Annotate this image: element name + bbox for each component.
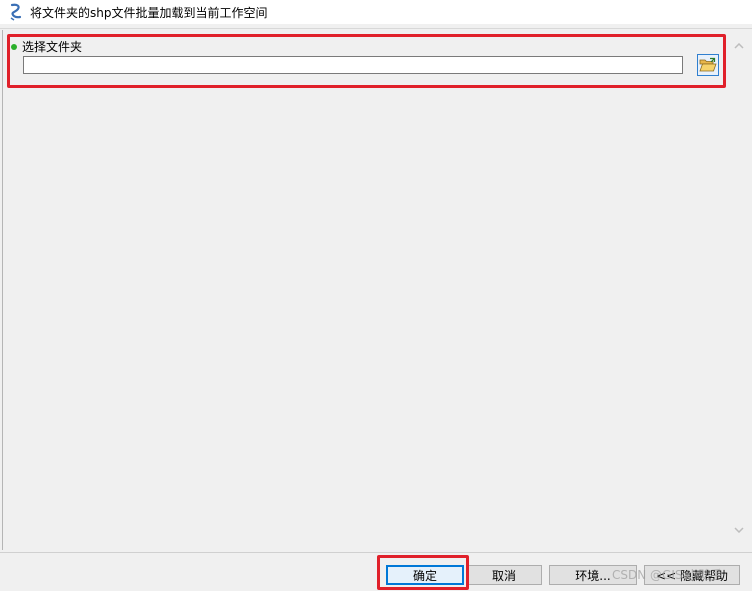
scroll-down-icon[interactable] bbox=[733, 524, 745, 536]
cancel-button[interactable]: 取消 bbox=[466, 565, 542, 585]
open-folder-icon bbox=[699, 57, 717, 72]
vertical-scrollbar[interactable] bbox=[729, 30, 749, 550]
button-bar-divider bbox=[0, 552, 752, 553]
parameters-panel: 选择文件夹 bbox=[2, 30, 730, 550]
window-title: 将文件夹的shp文件批量加载到当前工作空间 bbox=[30, 5, 268, 20]
scroll-up-icon[interactable] bbox=[733, 40, 745, 52]
watermark-text: CSDN @GIS 小助手 bbox=[612, 568, 723, 582]
required-indicator-icon bbox=[11, 43, 17, 50]
script-tool-icon bbox=[10, 3, 22, 21]
folder-path-input[interactable] bbox=[23, 56, 683, 74]
title-bar: 将文件夹的shp文件批量加载到当前工作空间 bbox=[0, 0, 752, 24]
title-divider bbox=[0, 28, 752, 29]
folder-param-label-row: 选择文件夹 bbox=[11, 38, 82, 55]
folder-param-label: 选择文件夹 bbox=[22, 40, 83, 54]
browse-folder-button[interactable] bbox=[697, 54, 719, 76]
ok-button[interactable]: 确定 bbox=[386, 565, 464, 585]
tool-dialog-window: 将文件夹的shp文件批量加载到当前工作空间 选择文件夹 确定 取消 环境... … bbox=[0, 0, 752, 591]
